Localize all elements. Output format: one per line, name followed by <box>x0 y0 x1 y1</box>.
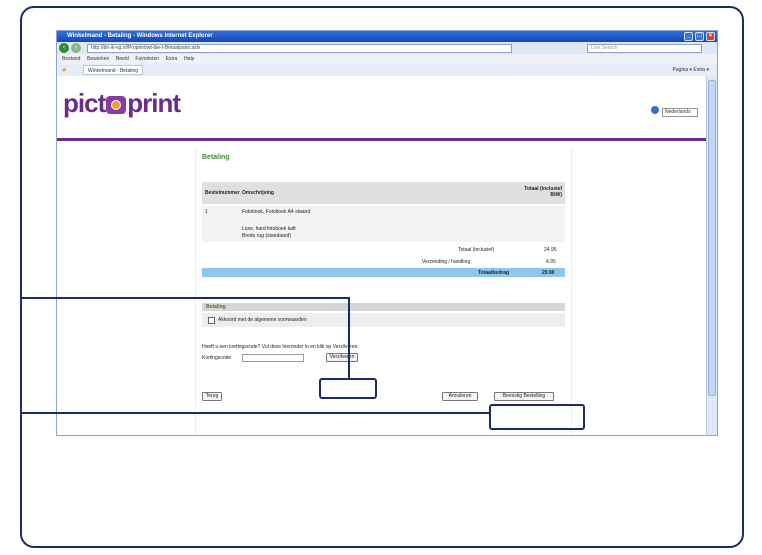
total-row: Totaalbedrag 29.90 <box>202 268 565 277</box>
close-icon[interactable]: × <box>706 32 715 41</box>
language-dropdown[interactable]: Nederlands <box>662 108 698 117</box>
connector-line-2-h <box>20 412 490 414</box>
payment-section: Akkoord met de algemene voorwaarden <box>202 313 565 327</box>
tab-winkelmand[interactable]: Winkelmand - Betaling <box>83 65 143 75</box>
promo-text: Heeft u een kortingscode? Vul deze hiero… <box>202 344 359 350</box>
favorites-star-icon[interactable]: ★ <box>61 66 67 74</box>
scrollbar-thumb[interactable] <box>708 80 716 396</box>
menu-item-beeld[interactable]: Beeld <box>116 54 129 64</box>
browser-window: Winkelmand - Betaling - Windows Internet… <box>56 30 718 436</box>
menu-item-extra[interactable]: Extra <box>166 54 178 64</box>
logo-text-left: pict <box>63 88 106 118</box>
forward-icon[interactable]: › <box>71 43 81 53</box>
product-line-2: Brede rug (standaard) <box>242 233 291 239</box>
back-icon[interactable]: ‹ <box>59 43 69 53</box>
camera-icon <box>106 96 127 114</box>
cancel-button[interactable]: Annuleren <box>442 392 478 401</box>
header-divider <box>57 138 708 141</box>
url-field[interactable]: http://bh-ik-vg.nl/Proprint/wt-lbe-t-Bet… <box>87 44 512 53</box>
back-button[interactable]: Terug <box>202 392 222 401</box>
maximize-icon[interactable]: □ <box>695 32 704 41</box>
col-totaal: Totaal (inclusief BtW) <box>524 186 562 198</box>
page-title: Betaling <box>202 154 230 161</box>
order-line: Fotoboek, Fotoboek A4 staand <box>242 209 311 215</box>
terms-label: Akkoord met de algemene voorwaarden <box>218 317 307 323</box>
window-title: Winkelmand - Betaling - Windows Internet… <box>67 33 213 39</box>
col-bestelnummer: Bestelnummer <box>205 190 240 196</box>
shipping-value: 4.95 <box>546 259 556 265</box>
total-value: 29.90 <box>542 270 555 276</box>
menu-item-favorieten[interactable]: Favorieten <box>135 54 159 64</box>
vertical-scrollbar[interactable] <box>706 76 717 435</box>
menu-item-help[interactable]: Help <box>184 54 194 64</box>
toolbar-tools[interactable]: Pagina ▾ Extra ▾ <box>673 65 709 75</box>
connector-line-1-h <box>20 297 350 299</box>
window-titlebar: Winkelmand - Betaling - Windows Internet… <box>57 31 717 42</box>
connector-line-1-v <box>348 297 350 379</box>
subtotal-value: 24.95 <box>544 247 557 253</box>
product-line-1: Luxe, hard fotoboek kaft <box>242 226 296 232</box>
globe-icon <box>651 106 659 114</box>
checkout-panel: Betaling Bestelnummer Omschrijving Totaa… <box>195 148 572 435</box>
pictoprint-logo: pict print <box>63 88 181 119</box>
confirm-highlight <box>489 404 585 430</box>
minimize-icon[interactable]: _ <box>684 32 693 41</box>
order-item: 1 Fotoboek, Fotoboek A4 staand Luxe, har… <box>202 206 565 242</box>
redeem-button[interactable]: Verzilveren <box>326 353 358 362</box>
web-page: pict print Nederlands Betaling Bestelnumm… <box>57 76 708 435</box>
promo-code-input[interactable] <box>242 354 304 362</box>
menu-item-bewerken[interactable]: Bewerken <box>87 54 109 64</box>
table-header: Bestelnummer Omschrijving Totaal (inclus… <box>202 182 565 204</box>
search-input[interactable]: Live Search <box>587 44 702 53</box>
col-omschrijving: Omschrijving <box>242 190 274 196</box>
confirm-order-button[interactable]: Bevestig Bestelling <box>494 392 554 401</box>
language-selector[interactable]: Nederlands <box>651 106 698 117</box>
promo-label: Kortingscode <box>202 355 232 361</box>
total-label: Totaalbedrag <box>478 270 510 276</box>
subtotal-label: Totaal (inclusief) <box>458 247 495 253</box>
logo-text-right: print <box>127 88 181 118</box>
order-number: 1 <box>205 209 208 215</box>
terms-checkbox[interactable] <box>208 317 215 324</box>
shipping-label: Verzending / handling <box>422 259 471 265</box>
menu-item-bestand[interactable]: Bestand <box>62 54 80 64</box>
redeem-highlight <box>319 378 377 399</box>
payment-section-header: Betaling <box>202 303 565 311</box>
